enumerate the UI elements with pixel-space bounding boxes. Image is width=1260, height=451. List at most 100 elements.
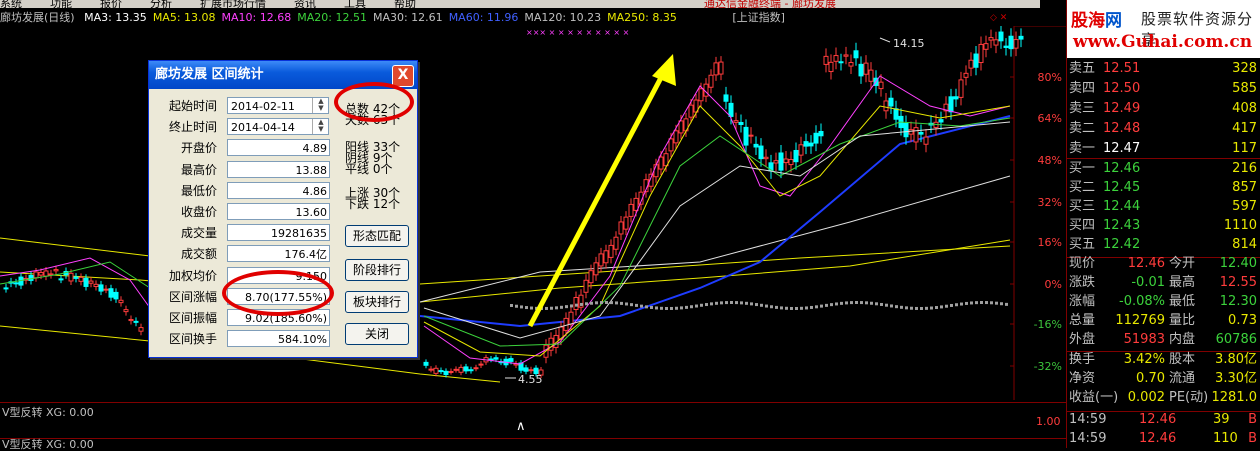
- menu-tools[interactable]: 工具: [344, 0, 366, 8]
- candle-body: [28, 274, 34, 281]
- candle-body: [1013, 39, 1019, 49]
- fundamental-value: 3.30亿: [1215, 371, 1257, 386]
- dotted-line-segment: [750, 302, 753, 306]
- candle-body: [753, 143, 759, 148]
- spin-arrows-icon[interactable]: ▲ ▼: [312, 98, 329, 113]
- candle-body: [78, 276, 84, 282]
- candle-body: [98, 284, 104, 292]
- tick-time: 14:59: [1069, 412, 1107, 427]
- dotted-line-segment: [545, 306, 548, 310]
- menu-news[interactable]: 资讯: [294, 0, 316, 8]
- field-label: 最高价: [180, 162, 217, 177]
- pattern-match-button[interactable]: 形态匹配: [345, 225, 409, 247]
- dotted-line-segment: [900, 305, 903, 309]
- menu-extended-market[interactable]: 扩展市场行情: [200, 0, 266, 8]
- dotted-line-segment: [810, 305, 813, 309]
- candle-body: [118, 299, 124, 304]
- dotted-line-segment: [920, 306, 923, 310]
- candle-body: [968, 59, 974, 69]
- candle-body: [103, 288, 109, 291]
- candle-body: [833, 55, 839, 62]
- index-tag[interactable]: [上证指数]: [732, 11, 785, 24]
- quote-value: 112769: [1115, 313, 1165, 328]
- field-label: 成交额: [180, 247, 217, 262]
- ask-row[interactable]: 卖四 12.50 585: [1067, 80, 1260, 98]
- ask-row[interactable]: 卖二 12.48 417: [1067, 120, 1260, 138]
- dotted-line-segment: [790, 306, 793, 310]
- candle-body: [743, 126, 749, 146]
- indicator-panel-1[interactable]: V型反转 XG: 0.00 ∧ 1.00: [0, 402, 1066, 434]
- bid-row[interactable]: 买三 12.44 597: [1067, 198, 1260, 216]
- candle-body: [713, 62, 719, 76]
- candle-body: [3, 287, 9, 290]
- indicator-panel-2[interactable]: V型反转 XG: 0.00: [0, 438, 1066, 451]
- quote-value: 51983: [1123, 332, 1165, 347]
- price-axis-label: -32%: [1034, 360, 1062, 373]
- candle-body: [808, 142, 814, 147]
- dotted-line-segment: [870, 301, 873, 305]
- menu-function[interactable]: 功能: [50, 0, 72, 8]
- menu-system[interactable]: 系统: [0, 0, 22, 8]
- dotted-line-segment: [670, 306, 673, 310]
- candle-body: [88, 280, 94, 284]
- ask-label: 卖三: [1069, 101, 1096, 116]
- ask-row[interactable]: 卖三 12.49 408: [1067, 100, 1260, 118]
- quote-value: 12.55: [1219, 275, 1257, 290]
- bid-row[interactable]: 买二 12.45 857: [1067, 179, 1260, 197]
- dotted-line-segment: [835, 302, 838, 306]
- dotted-line-segment: [775, 305, 778, 309]
- quote-value: -0.01: [1131, 275, 1165, 290]
- indicator-1-label: V型反转 XG: 0.00: [2, 406, 94, 419]
- signal-caret-icon: ∧: [516, 419, 526, 434]
- dotted-line-segment: [955, 303, 958, 307]
- menu-quote[interactable]: 报价: [100, 0, 122, 8]
- candle-body: [963, 72, 969, 78]
- close-icon[interactable]: X: [392, 65, 414, 87]
- price-axis-label: 32%: [1038, 196, 1062, 209]
- bid-price: 12.45: [1103, 180, 1141, 195]
- candle-body: [773, 160, 779, 164]
- site-logo: 股海网 股票软件资源分享 www.Guhai.com.cn: [1067, 0, 1260, 58]
- bid-row[interactable]: 买四 12.43 1110: [1067, 217, 1260, 235]
- candle-body: [788, 159, 794, 166]
- sector-ranking-button[interactable]: 板块排行: [345, 291, 409, 313]
- ask-row[interactable]: 卖一 12.47 117: [1067, 140, 1260, 158]
- menu-analysis[interactable]: 分析: [150, 0, 172, 8]
- bid-label: 买三: [1069, 199, 1096, 214]
- close-button[interactable]: 关闭: [345, 323, 409, 345]
- field-label: 成交量: [180, 226, 217, 241]
- dotted-line-segment: [945, 304, 948, 308]
- window-caption: 通达信金融终端 - 廊坊发展: [704, 0, 836, 8]
- candle-body: [113, 291, 119, 300]
- dotted-line-segment: [905, 306, 908, 310]
- dotted-line-segment: [525, 306, 528, 310]
- candle-body: [673, 130, 679, 144]
- panel-control-icon[interactable]: ◇ ✕: [990, 10, 1007, 26]
- candle-body: [463, 366, 469, 372]
- bid-label: 买四: [1069, 218, 1096, 233]
- dotted-line-segment: [850, 301, 853, 305]
- candle-body: [818, 130, 824, 137]
- fundamental-key: 流通: [1169, 371, 1196, 386]
- fundamental-value: 0.70: [1136, 371, 1165, 386]
- candle-body: [38, 271, 44, 276]
- dotted-line-segment: [975, 301, 978, 305]
- bid-row[interactable]: 买五 12.42 814: [1067, 236, 1260, 254]
- ask-row[interactable]: 卖五 12.51 328: [1067, 60, 1260, 78]
- field-label: 终止时间: [168, 120, 217, 135]
- candle-body: [573, 296, 579, 310]
- stage-ranking-button[interactable]: 阶段排行: [345, 259, 409, 281]
- dotted-line-segment: [995, 301, 998, 305]
- candle-body: [878, 81, 884, 90]
- ma-indicator: MA60: 11.96: [448, 11, 519, 24]
- dotted-line-segment: [565, 305, 568, 309]
- spin-arrows-icon[interactable]: ▲ ▼: [312, 119, 329, 135]
- menu-help[interactable]: 帮助: [394, 0, 416, 8]
- candle-body: [783, 158, 789, 164]
- quote-key: 今开: [1169, 256, 1196, 271]
- quote-value: 12.46: [1127, 256, 1165, 271]
- candle-body: [668, 138, 674, 152]
- bid-row[interactable]: 买一 12.46 216: [1067, 160, 1260, 178]
- dotted-line-segment: [610, 301, 613, 305]
- bid-volume: 1110: [1223, 218, 1257, 233]
